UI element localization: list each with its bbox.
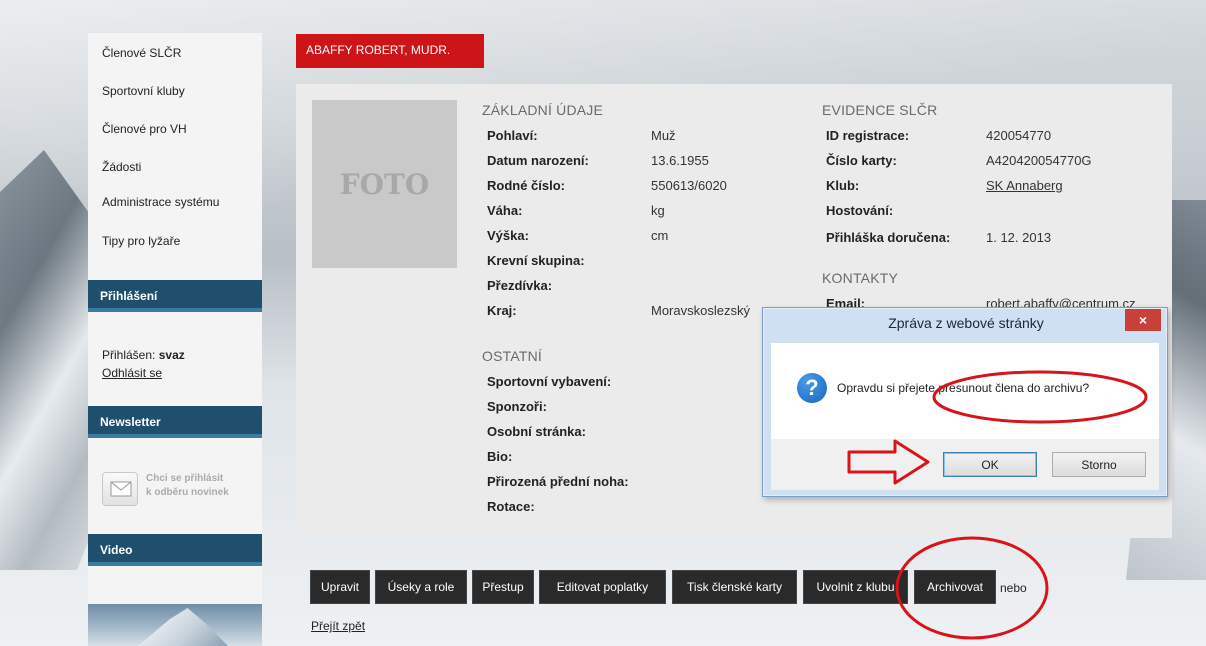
registry-label: ID registrace: <box>826 128 910 143</box>
other-label: Osobní stránka: <box>487 424 586 439</box>
close-button[interactable]: × <box>1125 309 1161 331</box>
other-info-title: OSTATNÍ <box>482 348 542 364</box>
basic-label: Kraj: <box>487 303 517 318</box>
confirm-dialog: Zpráva z webové stránky × ? Opravdu si p… <box>762 307 1168 497</box>
registry-label: Klub: <box>826 178 860 193</box>
registry-label: Přihláška doručena: <box>826 230 951 245</box>
sidebar-item-zadosti[interactable]: Žádosti <box>102 160 141 174</box>
back-link[interactable]: Přejít zpět <box>311 619 365 633</box>
edit-fees-button[interactable]: Editovat poplatky <box>539 570 666 604</box>
registry-label: Hostování: <box>826 203 894 218</box>
dialog-footer: OK Storno <box>771 439 1159 490</box>
basic-value: 13.6.1955 <box>651 153 709 168</box>
dialog-body: ? Opravdu si přejete přesunout člena do … <box>771 343 1159 439</box>
basic-label: Pohlaví: <box>487 128 538 143</box>
edit-button[interactable]: Upravit <box>310 570 370 604</box>
photo-placeholder: FOTO <box>312 100 457 268</box>
logged-in-user: svaz <box>158 348 185 362</box>
cancel-button[interactable]: Storno <box>1052 452 1146 477</box>
logged-in-label: Přihlášen: <box>102 348 156 362</box>
basic-value: kg <box>651 203 665 218</box>
sidebar-item-clenove-slcr[interactable]: Členové SLČR <box>102 46 181 60</box>
sidebar-item-administrace[interactable]: Administrace systému <box>102 195 219 209</box>
member-name-tab: ABAFFY ROBERT, MUDR. <box>296 34 484 68</box>
newsletter-text-line-1: Chci se přihlásit <box>146 473 224 484</box>
print-card-button[interactable]: Tisk členské karty <box>672 570 797 604</box>
transfer-button[interactable]: Přestup <box>472 570 534 604</box>
basic-label: Váha: <box>487 203 523 218</box>
dialog-title: Zpráva z webové stránky <box>888 315 1044 331</box>
basic-label: Krevní skupina: <box>487 253 585 268</box>
sidebar-item-sportovni-kluby[interactable]: Sportovní kluby <box>102 84 185 98</box>
club-link[interactable]: SK Annaberg <box>986 178 1063 193</box>
archive-button[interactable]: Archivovat <box>914 570 996 604</box>
sidebar-item-clenove-pro-vh[interactable]: Členové pro VH <box>102 122 187 136</box>
other-label: Sportovní vybavení: <box>487 374 612 389</box>
basic-value: cm <box>651 228 669 243</box>
basic-label: Rodné číslo: <box>487 178 566 193</box>
logout-link[interactable]: Odhlásit se <box>102 366 162 380</box>
or-text: nebo <box>1000 581 1027 595</box>
basic-value: 550613/6020 <box>651 178 727 193</box>
registry-value: A420420054770G <box>986 153 1092 168</box>
other-label: Rotace: <box>487 499 535 514</box>
registry-label: Číslo karty: <box>826 153 897 168</box>
sections-roles-button[interactable]: Úseky a role <box>375 570 467 604</box>
ok-button[interactable]: OK <box>943 452 1037 477</box>
basic-value: Muž <box>651 128 676 143</box>
newsletter-text[interactable]: Chci se přihlásit k odběru novinek <box>146 472 229 500</box>
contacts-title: KONTAKTY <box>822 270 899 286</box>
registry-title: EVIDENCE SLČR <box>822 102 938 118</box>
other-label: Bio: <box>487 449 513 464</box>
sidebar: Členové SLČR Sportovní kluby Členové pro… <box>88 33 262 646</box>
basic-label: Výška: <box>487 228 529 243</box>
basic-value: Moravskoslezský <box>651 303 750 318</box>
registry-value: 1. 12. 2013 <box>986 230 1052 245</box>
envelope-icon[interactable] <box>102 472 138 506</box>
basic-label: Přezdívka: <box>487 278 553 293</box>
newsletter-heading: Newsletter <box>88 406 262 438</box>
newsletter-text-line-2: k odběru novinek <box>146 487 229 498</box>
question-icon: ? <box>797 373 827 403</box>
login-heading: Přihlášení <box>88 280 262 312</box>
other-label: Sponzoři: <box>487 399 547 414</box>
sidebar-item-tipy[interactable]: Tipy pro lyžaře <box>102 234 180 248</box>
basic-info-title: ZÁKLADNÍ ÚDAJE <box>482 102 604 118</box>
other-label: Přirozená přední noha: <box>487 474 629 489</box>
dialog-message: Opravdu si přejete přesunout člena do ar… <box>837 381 1090 395</box>
video-heading: Video <box>88 534 262 566</box>
login-info: Přihlášen: svaz Odhlásit se <box>102 346 185 382</box>
video-thumbnail[interactable] <box>88 604 262 646</box>
release-from-club-button[interactable]: Uvolnit z klubu <box>803 570 908 604</box>
basic-label: Datum narození: <box>487 153 589 168</box>
newsletter-signup[interactable]: Chci se přihlásit k odběru novinek <box>102 470 252 508</box>
registry-value: 420054770 <box>986 128 1052 143</box>
